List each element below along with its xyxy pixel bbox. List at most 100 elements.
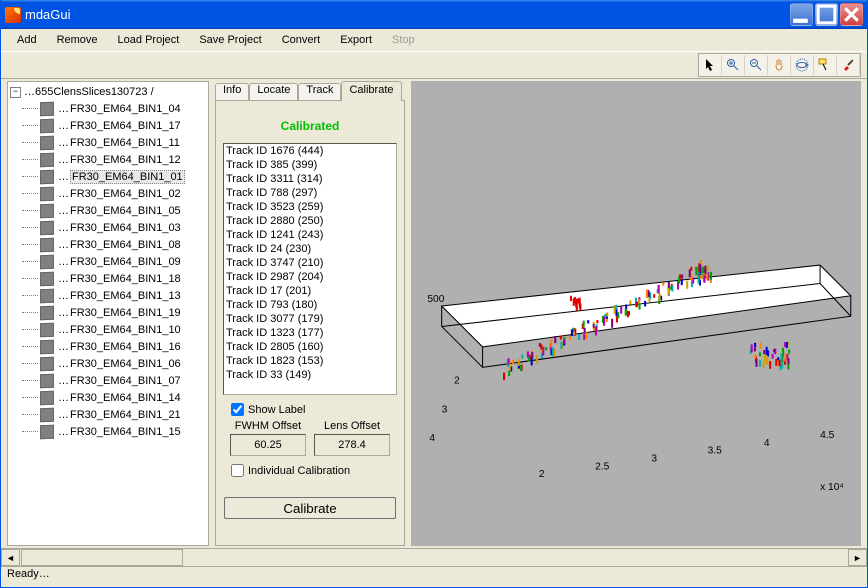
cube-icon (40, 203, 54, 217)
track-list-item[interactable]: Track ID 2880 (250) (224, 214, 396, 228)
track-list-item[interactable]: Track ID 3747 (210) (224, 256, 396, 270)
figure-toolbar (698, 53, 861, 77)
menu-remove[interactable]: Remove (47, 31, 108, 49)
brush-icon[interactable] (837, 55, 860, 75)
track-list-item[interactable]: Track ID 2987 (204) (224, 270, 396, 284)
zoom-out-icon[interactable] (745, 55, 768, 75)
tree-item[interactable]: …FR30_EM64_BIN1_02 (22, 185, 206, 202)
tree-item[interactable]: …FR30_EM64_BIN1_05 (22, 202, 206, 219)
cube-icon (40, 237, 54, 251)
cube-icon (40, 305, 54, 319)
scroll-thumb[interactable] (21, 549, 183, 566)
tree-item[interactable]: …FR30_EM64_BIN1_07 (22, 372, 206, 389)
pan-icon[interactable] (768, 55, 791, 75)
track-list-item[interactable]: Track ID 793 (180) (224, 298, 396, 312)
lens-offset-label: Lens Offset (324, 420, 380, 432)
tree-item[interactable]: …FR30_EM64_BIN1_08 (22, 236, 206, 253)
tree-item[interactable]: …FR30_EM64_BIN1_18 (22, 270, 206, 287)
track-list-item[interactable]: Track ID 3523 (259) (224, 200, 396, 214)
menubar: Add Remove Load Project Save Project Con… (1, 29, 867, 51)
tab-calibrate[interactable]: Calibrate (341, 81, 401, 101)
y-tick-1: 3 (442, 404, 448, 415)
titlebar[interactable]: mdaGui (1, 0, 867, 29)
tree-item[interactable]: …FR30_EM64_BIN1_14 (22, 389, 206, 406)
tab-info[interactable]: Info (215, 83, 249, 101)
cube-icon (40, 322, 54, 336)
tree-item[interactable]: …FR30_EM64_BIN1_21 (22, 406, 206, 423)
tree-item[interactable]: …FR30_EM64_BIN1_11 (22, 134, 206, 151)
track-list-item[interactable]: Track ID 1676 (444) (224, 144, 396, 158)
x-tick-3: 3.5 (708, 445, 723, 456)
track-listbox[interactable]: Track ID 1676 (444)Track ID 385 (399)Tra… (223, 143, 397, 395)
tree-collapse-icon[interactable]: − (10, 87, 21, 98)
cube-icon (40, 373, 54, 387)
track-list-item[interactable]: Track ID 3077 (179) (224, 312, 396, 326)
menu-save-project[interactable]: Save Project (189, 31, 271, 49)
menu-export[interactable]: Export (330, 31, 382, 49)
scroll-left-button[interactable]: ◄ (1, 549, 20, 566)
tree-item[interactable]: …FR30_EM64_BIN1_16 (22, 338, 206, 355)
menu-add[interactable]: Add (7, 31, 47, 49)
tree-item[interactable]: …FR30_EM64_BIN1_06 (22, 355, 206, 372)
track-list-item[interactable]: Track ID 2805 (160) (224, 340, 396, 354)
fwhm-offset-value: 60.25 (230, 434, 306, 456)
cube-icon (40, 288, 54, 302)
cube-icon (40, 152, 54, 166)
track-list-item[interactable]: Track ID 1241 (243) (224, 228, 396, 242)
fwhm-offset-label: FWHM Offset (235, 420, 301, 432)
maximize-button[interactable] (815, 3, 838, 26)
show-label-checkbox[interactable]: Show Label (225, 395, 395, 420)
tab-locate[interactable]: Locate (249, 83, 298, 101)
cube-icon (40, 169, 54, 183)
menu-load-project[interactable]: Load Project (108, 31, 190, 49)
tab-track[interactable]: Track (298, 83, 341, 101)
track-list-item[interactable]: Track ID 24 (230) (224, 242, 396, 256)
calibrate-button[interactable]: Calibrate (224, 497, 396, 519)
tree-item[interactable]: …FR30_EM64_BIN1_12 (22, 151, 206, 168)
lens-offset-value: 278.4 (314, 434, 390, 456)
rotate3d-icon[interactable] (791, 55, 814, 75)
tree-item[interactable]: …FR30_EM64_BIN1_15 (22, 423, 206, 440)
tree-item[interactable]: …FR30_EM64_BIN1_10 (22, 321, 206, 338)
cube-icon (40, 271, 54, 285)
cube-icon (40, 186, 54, 200)
tree-root-label[interactable]: …655ClensSlices130723 / (24, 86, 154, 98)
tree-item[interactable]: …FR30_EM64_BIN1_09 (22, 253, 206, 270)
minimize-button[interactable] (790, 3, 813, 26)
cube-icon (40, 101, 54, 115)
cube-icon (40, 118, 54, 132)
track-list-item[interactable]: Track ID 385 (399) (224, 158, 396, 172)
individual-calibration-checkbox[interactable]: Individual Calibration (225, 456, 395, 481)
zoom-in-icon[interactable] (722, 55, 745, 75)
x-tick-2: 3 (651, 453, 657, 464)
datacursor-icon[interactable] (814, 55, 837, 75)
track-list-item[interactable]: Track ID 17 (201) (224, 284, 396, 298)
y-tick-2: 4 (429, 433, 435, 444)
cube-icon (40, 356, 54, 370)
cube-icon (40, 135, 54, 149)
pointer-icon[interactable] (699, 55, 722, 75)
track-list-item[interactable]: Track ID 788 (297) (224, 186, 396, 200)
tree-item[interactable]: …FR30_EM64_BIN1_13 (22, 287, 206, 304)
menu-convert[interactable]: Convert (272, 31, 331, 49)
track-list-item[interactable]: Track ID 33 (149) (224, 368, 396, 382)
app-icon (5, 7, 21, 23)
status-bar: Ready… (1, 566, 867, 587)
window-title: mdaGui (25, 7, 790, 22)
x-tick-4: 4 (764, 438, 770, 449)
close-button[interactable] (840, 3, 863, 26)
cube-icon (40, 220, 54, 234)
track-list-item[interactable]: Track ID 1823 (153) (224, 354, 396, 368)
cube-icon (40, 390, 54, 404)
file-tree[interactable]: − …655ClensSlices130723 / …FR30_EM64_BIN… (7, 81, 209, 546)
tree-item[interactable]: …FR30_EM64_BIN1_03 (22, 219, 206, 236)
tree-item[interactable]: …FR30_EM64_BIN1_04 (22, 100, 206, 117)
tree-item[interactable]: …FR30_EM64_BIN1_01 (22, 168, 206, 185)
track-list-item[interactable]: Track ID 3311 (314) (224, 172, 396, 186)
tree-item[interactable]: …FR30_EM64_BIN1_17 (22, 117, 206, 134)
plot-axes-3d[interactable]: 500 2 3 4 2 2.5 3 3.5 4 4.5 x 10⁴ (411, 81, 861, 546)
cube-icon (40, 254, 54, 268)
track-list-item[interactable]: Track ID 1323 (177) (224, 326, 396, 340)
x-tick-1: 2.5 (595, 462, 610, 473)
tree-item[interactable]: …FR30_EM64_BIN1_19 (22, 304, 206, 321)
